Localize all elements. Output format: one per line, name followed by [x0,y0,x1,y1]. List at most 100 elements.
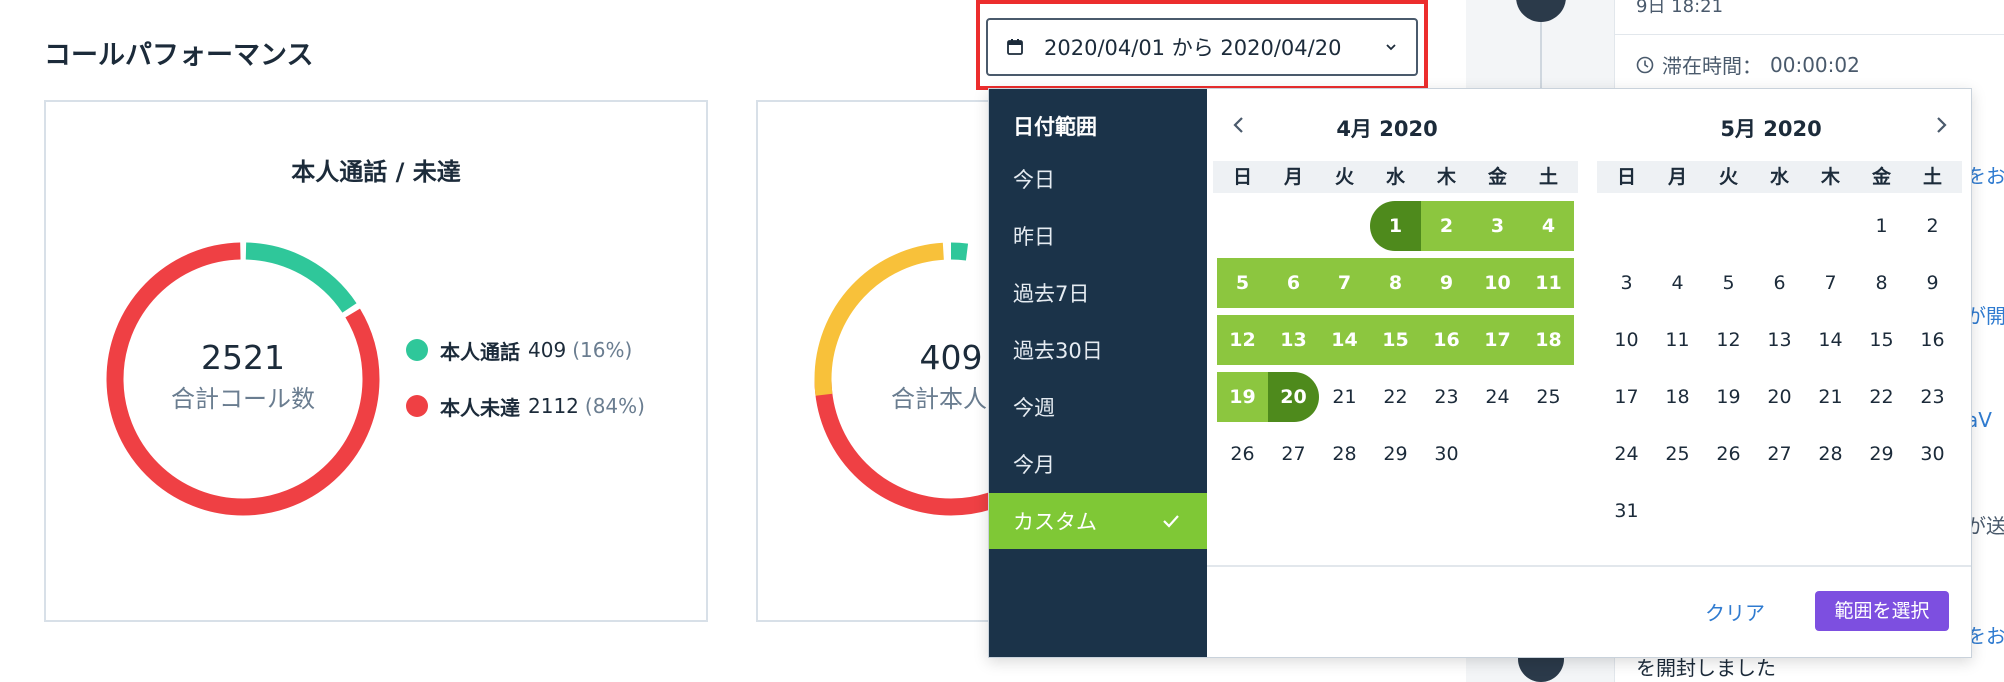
calendar-day[interactable]: 26 [1703,429,1754,479]
calendar-day[interactable]: 8 [1856,258,1907,308]
chart-legend: 本人通話 409 (16%) 本人未達 2112 (84%) [406,322,645,434]
check-icon [1163,515,1179,528]
calendar-day[interactable]: 18 [1652,372,1703,422]
calendar-day[interactable]: 22 [1370,372,1421,422]
calendar-day[interactable]: 14 [1805,315,1856,365]
preset-item[interactable]: 今月 [989,436,1207,492]
preset-item[interactable]: 今日 [989,151,1207,207]
preset-item[interactable]: 昨日 [989,208,1207,264]
calendar-day[interactable]: 13 [1268,315,1319,365]
clear-button[interactable]: クリア [1705,597,1765,626]
weekday-label: 月 [1283,166,1303,188]
weekday-label: 金 [1871,166,1891,188]
weekday-label: 土 [1538,166,1558,188]
calendar-day[interactable]: 29 [1856,429,1907,479]
calendar-day[interactable]: 1 [1856,201,1907,251]
calendar-day[interactable]: 24 [1601,429,1652,479]
calendar-day[interactable]: 7 [1805,258,1856,308]
calendar-day[interactable]: 16 [1907,315,1958,365]
calendar-day[interactable]: 27 [1754,429,1805,479]
calendar-day[interactable]: 12 [1703,315,1754,365]
calendar-day[interactable]: 14 [1319,315,1370,365]
calendar-day[interactable]: 19 [1217,372,1268,422]
calendar-day[interactable]: 23 [1421,372,1472,422]
calendar-day[interactable]: 3 [1472,201,1523,251]
calendar-day[interactable]: 5 [1217,258,1268,308]
legend-name: 本人未達 [440,395,520,420]
legend-item: 本人通話 409 (16%) [406,322,645,378]
calendar-day[interactable]: 1 [1370,201,1421,251]
weekday-label: 日 [1232,166,1252,188]
calendar-day[interactable]: 17 [1472,315,1523,365]
legend-name: 本人通話 [440,339,520,364]
calendar-day[interactable]: 26 [1217,429,1268,479]
donut-center: 2521 合計コール数 [102,338,384,414]
calendar-day[interactable]: 22 [1856,372,1907,422]
preset-item[interactable]: カスタム [989,493,1207,549]
calendar-day[interactable]: 6 [1268,258,1319,308]
preset-item[interactable]: 過去7日 [989,265,1207,321]
calendar-day[interactable]: 11 [1523,258,1574,308]
legend-percent: (16%) [572,338,633,362]
calendar-day[interactable]: 20 [1268,372,1319,422]
calendar-day[interactable]: 18 [1523,315,1574,365]
total-connects-label: 合計本人通 [891,385,1006,413]
calendar-day[interactable]: 15 [1856,315,1907,365]
calendar-day[interactable]: 25 [1652,429,1703,479]
clock-icon [1636,56,1654,73]
calendar-area: 4月 2020 5月 2020 日月火水木金土 1 2 3 4 5 6 7 8 9 10 11 12 13… [1207,89,1971,567]
calendar-day[interactable]: 4 [1523,201,1574,251]
legend-percent: (84%) [584,394,645,418]
month-title: 4月 2020 [1336,117,1438,141]
calendar-day[interactable]: 23 [1907,372,1958,422]
calendar-day[interactable]: 13 [1754,315,1805,365]
dwell-value: 00:00:02 [1770,52,1860,77]
calendar-day[interactable]: 12 [1217,315,1268,365]
calendar-day[interactable]: 9 [1907,258,1958,308]
calendar-day[interactable]: 2 [1907,201,1958,251]
calendar-day[interactable]: 21 [1319,372,1370,422]
timeline-divider [1614,34,2004,35]
weekday-label: 火 [1334,166,1354,188]
total-calls-label: 合計コール数 [171,385,315,413]
calendar-day[interactable]: 10 [1472,258,1523,308]
calendar-day[interactable]: 29 [1370,429,1421,479]
calendar-day[interactable]: 5 [1703,258,1754,308]
calendar-day[interactable]: 30 [1421,429,1472,479]
weekday-bar: 日月火水木金土 [1597,161,1962,193]
weekday-bar: 日月火水木金土 [1213,161,1578,193]
preset-label: 過去30日 [1013,339,1103,363]
calendar-day[interactable]: 4 [1652,258,1703,308]
calendar-day[interactable]: 17 [1601,372,1652,422]
preset-label: 昨日 [1013,225,1055,249]
apply-range-button[interactable]: 範囲を選択 [1815,591,1949,631]
preset-item[interactable]: 今週 [989,379,1207,435]
calendar-day[interactable]: 20 [1754,372,1805,422]
date-range-label: 2020/04/01 から 2020/04/20 [1044,36,1342,60]
calendar-day[interactable]: 11 [1652,315,1703,365]
calendar-day[interactable]: 24 [1472,372,1523,422]
calendar-day[interactable]: 27 [1268,429,1319,479]
calendar-day[interactable]: 28 [1319,429,1370,479]
calendar-day[interactable]: 16 [1421,315,1472,365]
calendar-day[interactable]: 25 [1523,372,1574,422]
calendar-day[interactable]: 2 [1421,201,1472,251]
calendar-day[interactable]: 6 [1754,258,1805,308]
calendar-day[interactable]: 28 [1805,429,1856,479]
calendar-day[interactable]: 30 [1907,429,1958,479]
date-range-button[interactable]: 2020/04/01 から 2020/04/20 [986,18,1418,76]
calendar-day[interactable]: 7 [1319,258,1370,308]
calendar-day[interactable]: 3 [1601,258,1652,308]
calendar-day[interactable]: 31 [1601,486,1652,536]
calendar-day[interactable]: 9 [1421,258,1472,308]
calendar-day[interactable]: 19 [1703,372,1754,422]
weekday-label: 月 [1667,166,1687,188]
calendar-day[interactable]: 10 [1601,315,1652,365]
weekday-label: 土 [1922,166,1942,188]
calendar-day[interactable]: 21 [1805,372,1856,422]
preset-label: 今日 [1013,168,1055,192]
preset-item[interactable]: 過去30日 [989,322,1207,378]
calendar-day[interactable]: 8 [1370,258,1421,308]
calendar-day[interactable]: 15 [1370,315,1421,365]
total-connects: 409 [919,338,983,377]
